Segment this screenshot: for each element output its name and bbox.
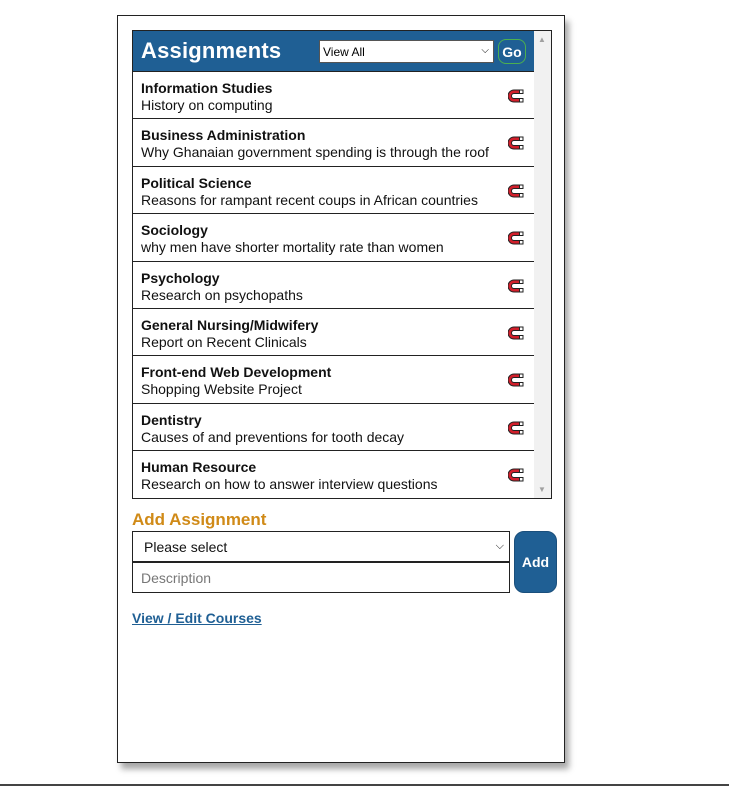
magnet-icon[interactable] [507,89,524,103]
course-selected-value: Please select [144,538,228,555]
list-item: Sociology why men have shorter mortality… [133,214,535,262]
add-assignment-heading: Add Assignment [132,510,267,529]
assignment-description: why men have shorter mortality rate than… [141,239,444,256]
filter-selected-value: View All [323,44,365,59]
app-panel: Assignments View All ⌵ Go Information St… [117,15,565,763]
assignment-course: Front-end Web Development [141,364,332,381]
description-input[interactable] [132,562,510,593]
chevron-down-icon: ⌵ [481,45,489,56]
list-scrollbar[interactable]: ▲ ▼ [534,31,551,498]
assignment-course: Human Resource [141,459,257,476]
assignment-description: Reasons for rampant recent coups in Afri… [141,191,478,208]
scroll-up-icon[interactable]: ▲ [538,35,546,44]
magnet-icon[interactable] [507,279,524,293]
chevron-down-icon: ⌵ [495,540,504,552]
assignment-description: Causes of and preventions for tooth deca… [141,428,405,445]
magnet-icon[interactable] [507,326,524,340]
assignment-description: Research on psychopaths [141,286,303,303]
magnet-icon[interactable] [507,373,524,387]
list-item: Front-end Web Development Shopping Websi… [133,356,535,404]
list-item: Psychology Research on psychopaths [133,262,535,309]
list-item: Dentistry Causes of and preventions for … [133,404,535,452]
magnet-icon[interactable] [507,184,524,198]
assignment-course: Business Administration [141,127,306,144]
assignments-list-box: Assignments View All ⌵ Go Information St… [132,30,552,499]
scroll-down-icon[interactable]: ▼ [538,485,546,494]
list-item: Information Studies History on computing [133,72,535,120]
course-select[interactable]: Please select ⌵ [132,531,510,562]
assignments-list: Assignments View All ⌵ Go Information St… [133,31,535,498]
assignment-description: Research on how to answer interview ques… [141,476,438,493]
assignment-course: General Nursing/Midwifery [141,316,319,333]
assignment-description: Report on Recent Clinicals [141,333,307,350]
assignment-rows: Information Studies History on computing… [133,72,535,498]
magnet-icon[interactable] [507,468,524,482]
assignment-course: Dentistry [141,411,202,428]
assignment-description: Why Ghanaian government spending is thro… [141,144,489,161]
assignment-course: Psychology [141,269,220,286]
assignments-header: Assignments View All ⌵ Go [133,31,535,72]
view-edit-courses-link[interactable]: View / Edit Courses [132,610,262,626]
list-item: Business Administration Why Ghanaian gov… [133,119,535,167]
list-item: Political Science Reasons for rampant re… [133,167,535,215]
course-filter-select[interactable]: View All ⌵ [319,40,494,63]
assignment-description: History on computing [141,97,273,113]
magnet-icon[interactable] [507,231,524,245]
magnet-icon[interactable] [507,421,524,435]
assignment-description: Shopping Website Project [141,381,302,398]
add-button[interactable]: Add [514,531,557,593]
list-item: Human Resource Research on how to answer… [133,451,535,498]
list-item: General Nursing/Midwifery Report on Rece… [133,309,535,357]
go-button[interactable]: Go [498,39,526,64]
assignment-course: Political Science [141,174,252,191]
assignment-course: Sociology [141,222,208,239]
assignment-course: Information Studies [141,80,273,96]
magnet-icon[interactable] [507,136,524,150]
page-title: Assignments [141,38,282,63]
